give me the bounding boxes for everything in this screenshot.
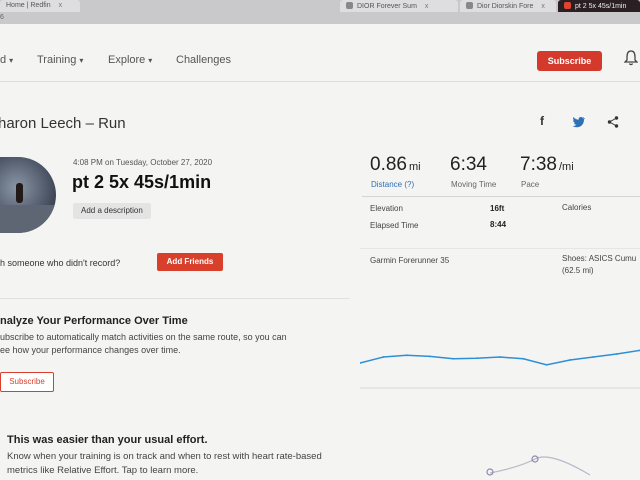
facebook-icon[interactable]: f	[540, 114, 544, 128]
chart-point	[545, 363, 548, 366]
close-icon[interactable]: x	[425, 3, 429, 10]
stat-distance-value: 0.86 mi	[370, 154, 421, 176]
add-description-button[interactable]: Add a description	[73, 203, 151, 219]
chevron-down-icon: ▾	[79, 56, 84, 65]
stat-pace-value: 7:38/mi	[520, 154, 574, 176]
tab-label: pt 2 5x 45s/1min	[575, 3, 627, 10]
elevation-value: 16ft	[490, 204, 505, 213]
tab-label: Home | Redfin	[6, 2, 51, 9]
shoes-name[interactable]: Shoes: ASICS Cumu	[562, 254, 636, 263]
chart-point	[615, 353, 618, 355]
avatar[interactable]	[0, 157, 56, 233]
subscribe-button[interactable]: Subscribe	[537, 51, 602, 71]
nav-dashboard-label: d	[0, 54, 7, 66]
effort-line: metrics like Relative Effort. Tap to lea…	[7, 465, 199, 476]
analyze-title: nalyze Your Performance Over Time	[0, 315, 188, 327]
nav-challenges-label: Challenges	[176, 54, 232, 66]
moving-time-number: 6:34	[450, 154, 487, 175]
pace-number: 7:38	[520, 154, 557, 175]
tag-prompt: h someone who didn't record?	[0, 258, 121, 268]
browser-tab-dior-diorskin[interactable]: Dior Diorskin Fore x	[460, 0, 556, 12]
tab-strip: Home | Redfin x DIOR Forever Sum x Dior Di…	[0, 0, 640, 14]
analyze-line: ubscribe to automatically match activiti…	[0, 332, 287, 342]
browser-tab-dior-forever[interactable]: DIOR Forever Sum x	[340, 0, 458, 12]
page-icon	[346, 2, 353, 9]
activity-name: pt 2 5x 45s/1min	[72, 172, 212, 192]
stat-distance-label[interactable]: Distance (?)	[371, 180, 414, 189]
effort-title: This was easier than your usual effort.	[7, 434, 208, 446]
performance-line-chart	[360, 349, 640, 389]
shoes-distance: (62.5 mi)	[562, 266, 594, 275]
nav-explore[interactable]: Explore ▾	[108, 54, 152, 66]
address-bar[interactable]: 6	[0, 14, 640, 24]
chart-point	[569, 359, 571, 361]
effort-curve	[489, 456, 591, 476]
activity-datetime: 4:08 PM on Tuesday, October 27, 2020	[73, 158, 213, 167]
calories-label: Calories	[562, 203, 592, 212]
stat-moving-time-label: Moving Time	[451, 180, 497, 189]
nav-explore-label: Explore	[108, 54, 146, 66]
divider	[0, 298, 350, 299]
page-icon	[466, 2, 473, 9]
share-icon[interactable]	[607, 116, 619, 128]
close-icon[interactable]: x	[541, 3, 545, 10]
browser-tab-active[interactable]: pt 2 5x 45s/1min	[558, 0, 640, 12]
strava-icon	[564, 2, 571, 9]
distance-unit: mi	[408, 161, 421, 173]
effort-line: Know when your training is on track and …	[7, 451, 322, 462]
stat-moving-time-value: 6:34	[450, 154, 487, 176]
chevron-down-icon: ▾	[9, 56, 14, 65]
browser-chrome: Home | Redfin x DIOR Forever Sum x Dior Di…	[0, 0, 640, 24]
close-icon[interactable]: x	[59, 2, 63, 9]
device-name: Garmin Forerunner 35	[370, 256, 450, 265]
page-title: haron Leech – Run	[0, 115, 126, 132]
relative-effort-graphic	[486, 455, 591, 476]
chart-point	[382, 356, 385, 358]
avatar-water	[0, 205, 56, 233]
nav-training-label: Training	[37, 54, 77, 66]
chart-point	[522, 357, 525, 360]
elevation-label: Elevation	[370, 204, 403, 213]
chart-point	[405, 354, 408, 357]
chart-point	[429, 355, 431, 358]
avatar-figure	[16, 183, 23, 203]
nav-training[interactable]: Training ▾	[37, 54, 83, 66]
add-friends-button[interactable]: Add Friends	[157, 253, 223, 271]
nav-dashboard[interactable]: d ▾	[0, 54, 13, 66]
bell-icon[interactable]	[624, 50, 638, 66]
address-text: 6	[0, 14, 4, 21]
twitter-icon[interactable]	[572, 116, 586, 128]
analyze-description: ubscribe to automatically match activiti…	[0, 331, 345, 357]
chart-point	[475, 357, 478, 360]
chart-point	[452, 357, 455, 360]
stat-pace-label: Pace	[521, 180, 540, 189]
chart-point	[592, 356, 595, 358]
tab-label: DIOR Forever Sum	[357, 3, 417, 10]
distance-number: 0.86	[370, 154, 407, 175]
nav-challenges[interactable]: Challenges	[176, 54, 231, 66]
effort-description: Know when your training is on track and …	[7, 450, 407, 478]
analyze-subscribe-button[interactable]: Subscribe	[0, 372, 54, 392]
chart-point	[499, 356, 501, 358]
elapsed-time-value: 8:44	[490, 220, 507, 229]
divider	[360, 248, 640, 249]
pace-unit: /mi	[558, 161, 574, 173]
tab-label: Dior Diorskin Fore	[477, 3, 534, 10]
elapsed-time-label: Elapsed Time	[370, 221, 419, 230]
browser-tab-redfin[interactable]: Home | Redfin x	[0, 0, 80, 12]
analyze-line: ee how your performance changes over tim…	[0, 345, 181, 355]
divider	[362, 196, 640, 197]
chevron-down-icon: ▾	[148, 56, 153, 65]
